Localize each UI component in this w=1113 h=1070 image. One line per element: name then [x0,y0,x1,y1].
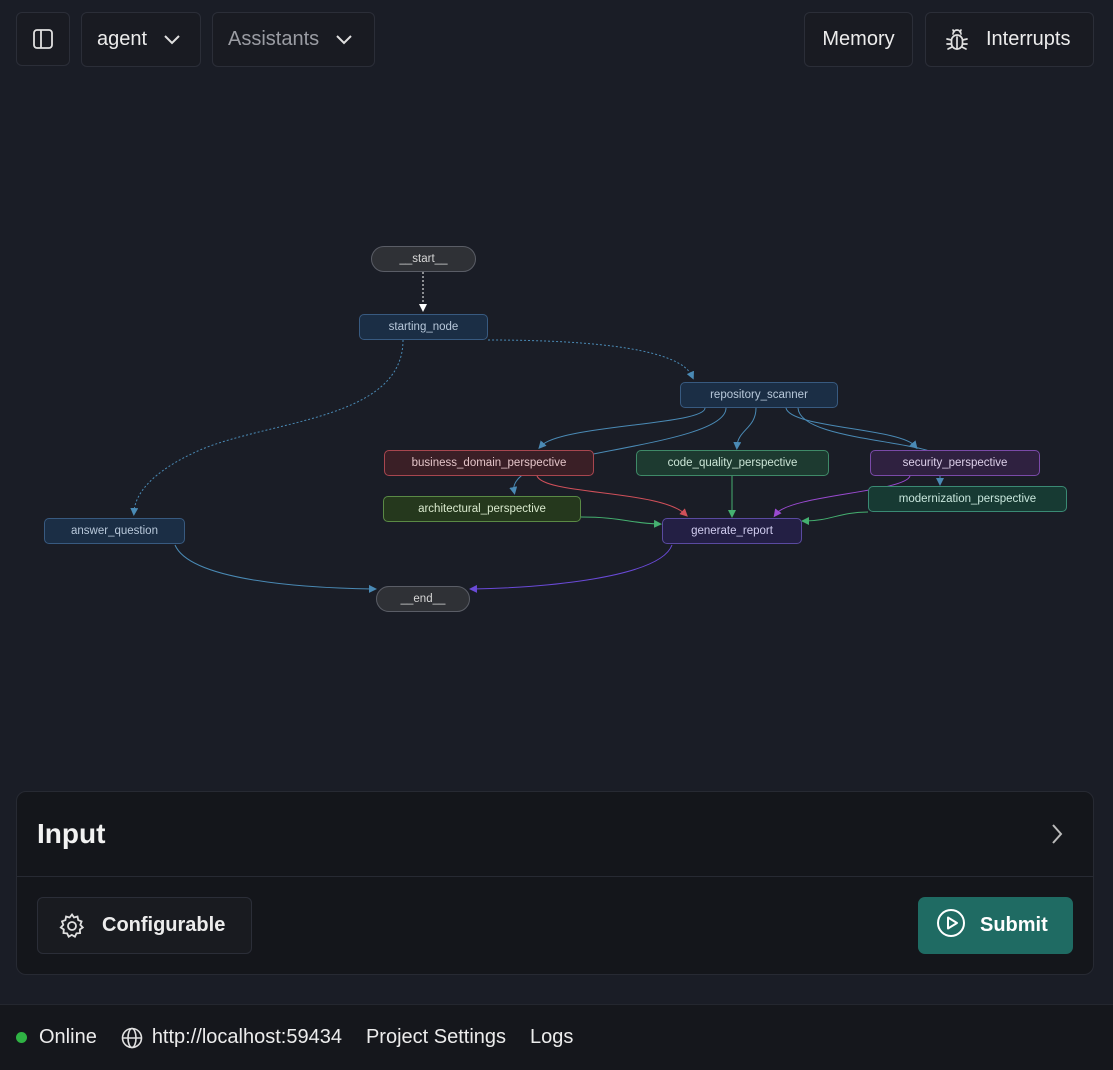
submit-label: Submit [980,914,1048,936]
node-answer-question[interactable]: answer_question [44,518,185,544]
configurable-label: Configurable [102,914,226,936]
input-title: Input [37,818,106,849]
play-circle-icon [936,908,966,944]
node-business-domain-perspective[interactable]: business_domain_perspective [384,450,594,476]
edge-answer-end [174,544,377,593]
status-indicator-icon [16,1032,27,1043]
server-url-link[interactable]: http://localhost:59434 [152,1026,342,1049]
edge-repo-security [785,407,918,450]
node-modernization-perspective[interactable]: modernization_perspective [868,486,1067,512]
configurable-button[interactable]: Configurable [37,897,252,954]
edge-modernization-report [801,511,869,525]
input-panel: Input Configurable Submit [16,791,1094,975]
edge-starting-answer [130,339,404,516]
node-architectural-perspective[interactable]: architectural_perspective [383,496,581,522]
chevron-right-icon[interactable] [1050,822,1064,851]
node-starting-node[interactable]: starting_node [359,314,488,340]
edge-repo-code [733,407,757,450]
edge-architectural-report [580,516,662,528]
status-text: Online [39,1026,97,1048]
input-panel-header[interactable]: Input [17,792,1093,877]
graph-edges [130,272,944,593]
submit-button[interactable]: Submit [918,897,1073,954]
edge-report-end [469,544,673,593]
node-security-perspective[interactable]: security_perspective [870,450,1040,476]
logs-link[interactable]: Logs [530,1026,573,1049]
node-repository-scanner[interactable]: repository_scanner [680,382,838,408]
edge-starting-repo [487,339,694,380]
globe-icon [121,1027,143,1049]
status-bar: Online http://localhost:59434 Project Se… [0,1004,1113,1070]
gear-icon [58,912,86,940]
project-settings-link[interactable]: Project Settings [366,1026,506,1049]
graph-canvas[interactable]: __start__ starting_node repository_scann… [0,0,1113,790]
node-start[interactable]: __start__ [371,246,476,272]
edge-repo-business [538,407,706,449]
node-generate-report[interactable]: generate_report [662,518,802,544]
node-code-quality-perspective[interactable]: code_quality_perspective [636,450,829,476]
node-end[interactable]: __end__ [376,586,470,612]
